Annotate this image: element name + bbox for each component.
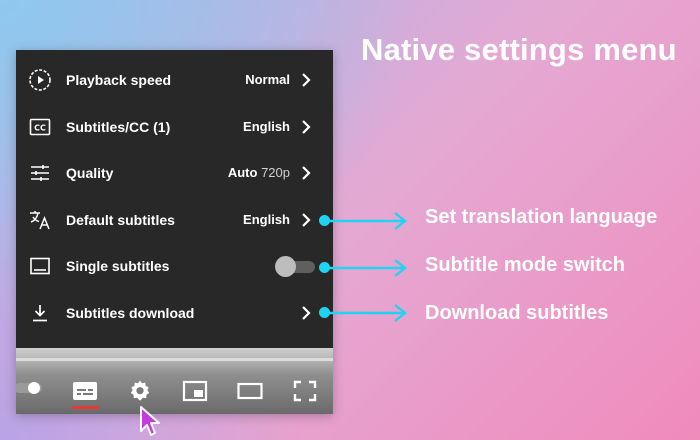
settings-gear-icon[interactable] — [127, 379, 153, 403]
menu-item-label: Playback speed — [66, 72, 172, 88]
closed-captions-icon: CC — [28, 115, 52, 139]
menu-item-default-subtitles[interactable]: Default subtitles English — [16, 197, 333, 244]
chevron-right-icon — [302, 212, 311, 227]
headline: Native settings menu — [361, 32, 677, 67]
fullscreen-icon[interactable] — [292, 379, 318, 403]
callout-label-translation: Set translation language — [425, 206, 658, 228]
menu-item-single-subtitles[interactable]: Single subtitles — [16, 243, 333, 290]
single-subtitles-toggle[interactable] — [275, 256, 317, 277]
player-controls-bar — [16, 348, 333, 414]
menu-item-subtitles-cc[interactable]: CC Subtitles/CC (1) English — [16, 104, 333, 151]
arrow-right-icon — [327, 259, 407, 277]
menu-item-value: Auto 720p — [228, 165, 290, 180]
subtitles-icon[interactable] — [72, 379, 98, 403]
menu-item-label: Quality — [66, 165, 114, 181]
quality-value-resolution: 720p — [261, 165, 290, 180]
autoplay-toggle-icon[interactable] — [16, 381, 44, 395]
svg-text:CC: CC — [34, 123, 46, 132]
subtitles-box-icon — [28, 254, 52, 278]
arrow-right-icon — [327, 304, 407, 322]
menu-item-label: Subtitles/CC (1) — [66, 119, 170, 135]
arrow-right-icon — [327, 212, 407, 230]
menu-item-quality[interactable]: Quality Auto 720p — [16, 150, 333, 197]
playback-speed-icon — [28, 68, 52, 92]
menu-item-label: Default subtitles — [66, 211, 175, 228]
menu-item-value: English — [243, 211, 290, 227]
chevron-right-icon — [302, 73, 311, 87]
settings-menu: Playback speed Normal CC Subtitles/CC (1… — [16, 57, 333, 336]
menu-item-value: English — [243, 118, 290, 134]
menu-item-label: Subtitles download — [66, 304, 195, 321]
mouse-cursor-icon — [140, 406, 160, 436]
progress-bar[interactable] — [16, 358, 333, 361]
menu-item-value: Normal — [245, 72, 290, 87]
toggle-knob — [275, 256, 296, 277]
chevron-right-icon — [302, 305, 311, 320]
translate-icon — [28, 208, 52, 232]
menu-item-subtitles-download[interactable]: Subtitles download — [16, 290, 333, 337]
miniplayer-icon[interactable] — [182, 379, 208, 403]
chevron-right-icon — [302, 166, 311, 180]
menu-item-label: Single subtitles — [66, 258, 170, 274]
theater-mode-icon[interactable] — [237, 379, 263, 403]
quality-sliders-icon — [28, 161, 52, 185]
video-player: Playback speed Normal CC Subtitles/CC (1… — [16, 50, 333, 414]
callout-label-mode-switch: Subtitle mode switch — [425, 254, 626, 276]
callout-label-download: Download subtitles — [425, 302, 609, 324]
quality-value-main: Auto — [227, 165, 258, 180]
chevron-right-icon — [302, 119, 311, 134]
menu-item-label-text: Subtitles/CC (1) — [66, 118, 171, 135]
subtitles-active-indicator — [72, 406, 100, 409]
download-icon — [28, 301, 52, 325]
menu-item-playback-speed[interactable]: Playback speed Normal — [16, 57, 333, 104]
